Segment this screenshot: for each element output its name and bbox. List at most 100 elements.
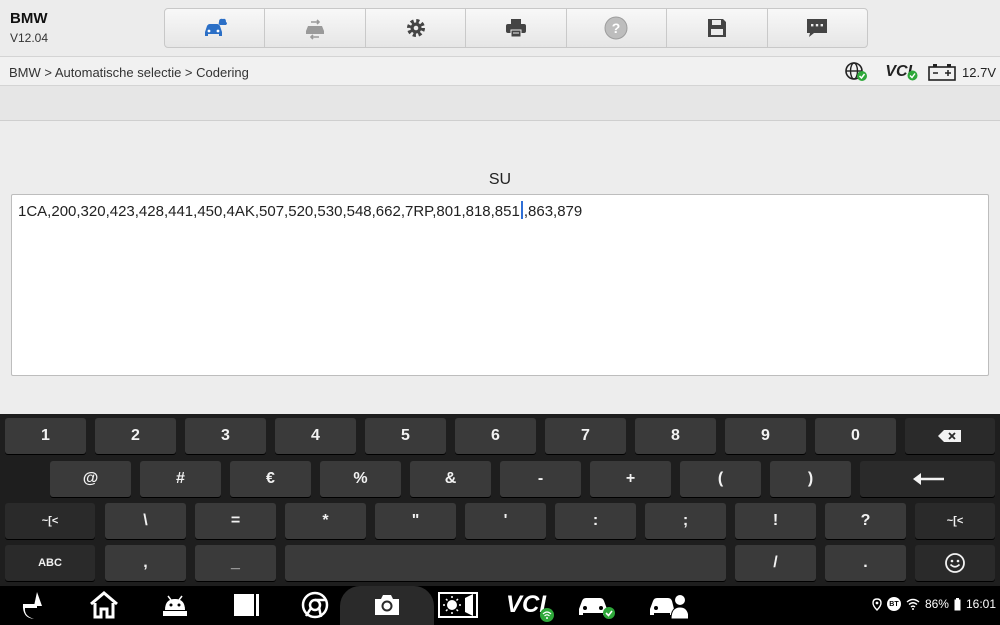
- text-caret: [520, 201, 523, 219]
- status-icons: VCI 12.7V: [843, 61, 996, 83]
- brightness-icon: [438, 592, 478, 618]
- car-check-icon: [579, 598, 615, 619]
- key-euro[interactable]: €: [230, 461, 311, 497]
- settings-button[interactable]: [366, 9, 467, 47]
- message-icon: [807, 19, 828, 37]
- key-underscore[interactable]: _: [195, 545, 276, 581]
- network-status-icon: [845, 62, 868, 81]
- recent-apps-icon: [234, 594, 259, 616]
- key-asterisk[interactable]: *: [285, 503, 366, 539]
- vci-manager-button[interactable]: VCI: [498, 590, 554, 622]
- input-text-before: 1CA,200,320,423,428,441,450,4AK,507,520,…: [18, 203, 520, 220]
- home-button[interactable]: [88, 590, 120, 620]
- gear-icon: [406, 19, 425, 37]
- battery-icon: [928, 64, 956, 81]
- display-settings-button[interactable]: [438, 590, 478, 620]
- key-paren-close[interactable]: ): [770, 461, 851, 497]
- vehicle-diagnostics-button[interactable]: [576, 590, 616, 620]
- clock: 16:01: [965, 597, 996, 611]
- key-ampersand[interactable]: &: [410, 461, 491, 497]
- key-1[interactable]: 1: [5, 418, 86, 454]
- remote-expert-button[interactable]: [648, 590, 688, 620]
- voltage-reading: 12.7V: [962, 64, 996, 80]
- key-percent[interactable]: %: [320, 461, 401, 497]
- home-icon: [90, 591, 118, 619]
- device-battery-icon: [954, 597, 961, 610]
- key-single-quote[interactable]: ': [465, 503, 546, 539]
- enter-key[interactable]: [860, 461, 995, 497]
- key-2[interactable]: 2: [95, 418, 176, 454]
- wifi-badge-icon: [540, 608, 554, 622]
- key-plus[interactable]: +: [590, 461, 671, 497]
- location-icon: [872, 597, 882, 611]
- abc-key[interactable]: ABC: [5, 545, 95, 581]
- save-button[interactable]: [667, 9, 768, 47]
- key-question[interactable]: ?: [825, 503, 906, 539]
- key-double-quote[interactable]: ": [375, 503, 456, 539]
- android-button[interactable]: [160, 590, 190, 620]
- key-period[interactable]: .: [825, 545, 906, 581]
- save-icon: [707, 19, 726, 37]
- vci-status: VCI: [885, 63, 918, 81]
- app-version: V12.04: [10, 31, 49, 45]
- key-equals[interactable]: =: [195, 503, 276, 539]
- key-slash[interactable]: /: [735, 545, 816, 581]
- printer-icon: [505, 19, 526, 38]
- key-colon[interactable]: :: [555, 503, 636, 539]
- screenshot-button[interactable]: [372, 590, 402, 620]
- key-backslash[interactable]: \: [105, 503, 186, 539]
- browser-button[interactable]: [300, 590, 330, 620]
- sub-header: [0, 86, 1000, 121]
- print-button[interactable]: [466, 9, 567, 47]
- key-4[interactable]: 4: [275, 418, 356, 454]
- bluetooth-icon: BT: [886, 597, 901, 611]
- system-nav-bar: VCI BT 86% 16:01: [0, 586, 1000, 625]
- on-screen-keyboard: 1 2 3 4 5 6 7 8 9 0 @ # € % & - + ( ) ~[…: [0, 414, 1000, 586]
- key-exclamation[interactable]: !: [735, 503, 816, 539]
- help-button[interactable]: ?: [567, 9, 668, 47]
- vci-connected-icon: [907, 70, 918, 81]
- key-5[interactable]: 5: [365, 418, 446, 454]
- feedback-button[interactable]: [768, 9, 867, 47]
- recent-apps-button[interactable]: [230, 590, 260, 620]
- android-icon: [163, 595, 187, 616]
- backspace-key[interactable]: [905, 418, 995, 454]
- key-3[interactable]: 3: [185, 418, 266, 454]
- breadcrumb: BMW > Automatische selectie > Codering: [9, 65, 249, 80]
- more-symbols-key-right[interactable]: ~[<: [915, 503, 995, 539]
- camera-icon: [375, 595, 399, 615]
- back-arrow-icon: [22, 592, 42, 619]
- key-minus[interactable]: -: [500, 461, 581, 497]
- emoji-key[interactable]: [915, 545, 995, 581]
- key-semicolon[interactable]: ;: [645, 503, 726, 539]
- battery-level: 86%: [924, 597, 949, 611]
- car-user-icon: [650, 595, 688, 620]
- svg-text:?: ?: [612, 20, 621, 36]
- chrome-icon: [301, 591, 329, 619]
- more-symbols-key-left[interactable]: ~[<: [5, 503, 95, 539]
- key-0[interactable]: 0: [815, 418, 896, 454]
- main-toolbar: ?: [164, 8, 868, 48]
- app-header: BMW V12.04 ?: [0, 0, 1000, 56]
- input-text-after: ,863,879: [523, 203, 583, 220]
- app-brand: BMW V12.04: [10, 10, 48, 45]
- coding-panel: SU 1CA,200,320,423,428,441,450,4AK,507,5…: [0, 122, 1000, 414]
- space-key[interactable]: [285, 545, 726, 581]
- key-6[interactable]: 6: [455, 418, 536, 454]
- key-paren-open[interactable]: (: [680, 461, 761, 497]
- key-at[interactable]: @: [50, 461, 131, 497]
- coding-input[interactable]: 1CA,200,320,423,428,441,450,4AK,507,520,…: [11, 194, 989, 376]
- key-9[interactable]: 9: [725, 418, 806, 454]
- key-hash[interactable]: #: [140, 461, 221, 497]
- switch-vehicle-button[interactable]: [265, 9, 366, 47]
- key-8[interactable]: 8: [635, 418, 716, 454]
- vehicle-swap-icon: [306, 19, 325, 40]
- wifi-icon: [906, 598, 920, 610]
- key-comma[interactable]: ,: [105, 545, 186, 581]
- key-7[interactable]: 7: [545, 418, 626, 454]
- app-name: BMW: [10, 10, 48, 27]
- breadcrumb-bar: BMW > Automatische selectie > Codering V…: [0, 56, 1000, 86]
- emoji-icon: [945, 553, 965, 573]
- back-button[interactable]: [20, 590, 50, 620]
- home-vehicle-button[interactable]: [165, 9, 266, 47]
